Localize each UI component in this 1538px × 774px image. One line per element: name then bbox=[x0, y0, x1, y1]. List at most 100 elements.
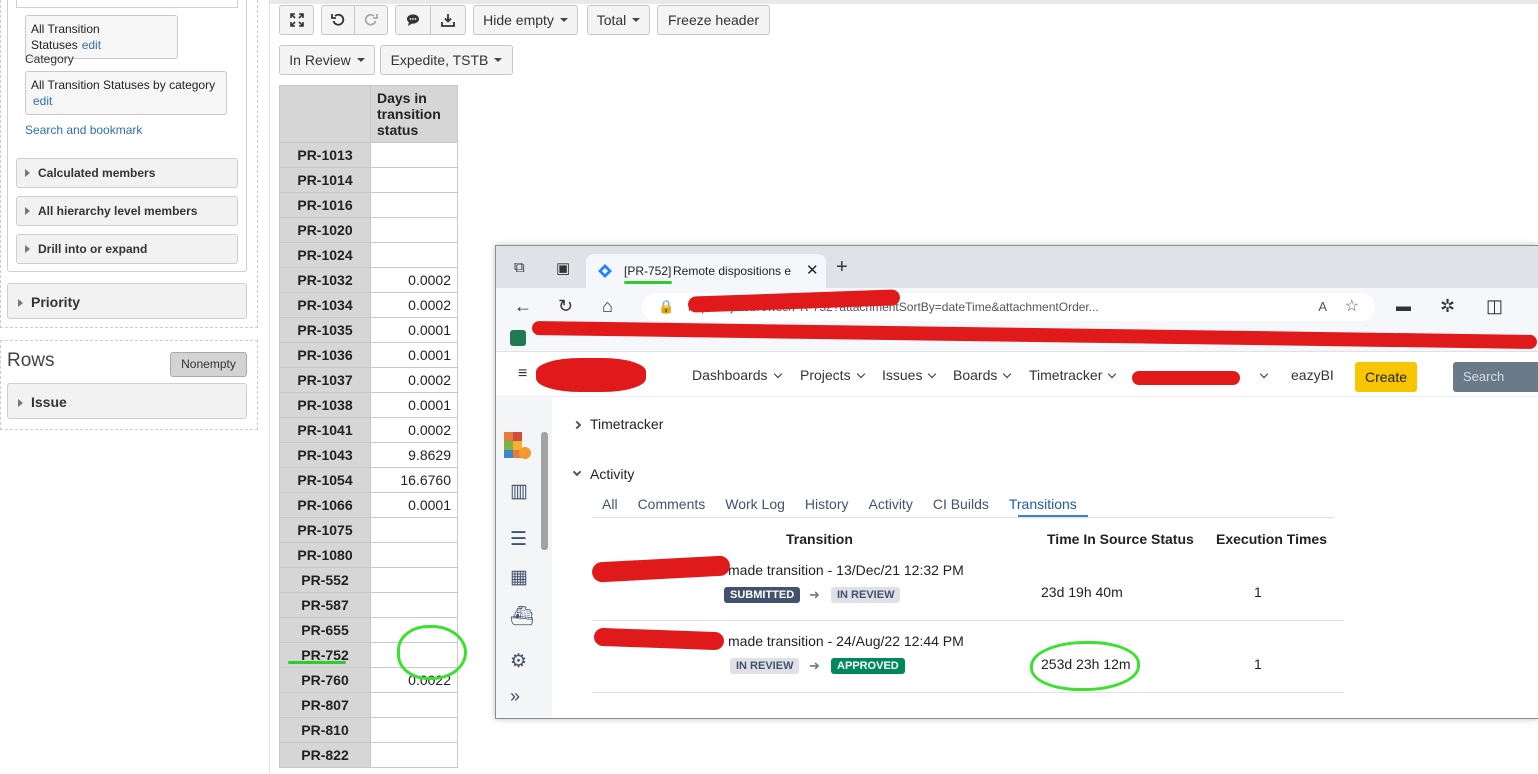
redo-button[interactable] bbox=[354, 5, 388, 35]
days-value-cell bbox=[370, 142, 458, 168]
nav-redacted-menu[interactable] bbox=[1254, 367, 1269, 383]
expand-icon bbox=[289, 13, 304, 27]
days-column-header[interactable]: Days in transition status bbox=[370, 85, 458, 143]
issue-key-cell[interactable]: PR-655 bbox=[279, 617, 371, 643]
nav-dashboards[interactable]: Dashboards bbox=[692, 367, 782, 383]
sharepoint-favicon-icon[interactable] bbox=[510, 330, 526, 346]
issue-key-cell[interactable]: PR-1032 bbox=[279, 267, 371, 293]
expand-sidebar-icon[interactable]: » bbox=[510, 686, 520, 707]
issue-key-cell[interactable]: PR-1034 bbox=[279, 292, 371, 318]
activity-section[interactable]: Activity bbox=[572, 466, 634, 482]
tab-all[interactable]: All bbox=[602, 496, 618, 512]
issue-key-cell[interactable]: PR-1075 bbox=[279, 517, 371, 543]
table-row: PR-807 bbox=[279, 692, 458, 718]
issue-key-cell[interactable]: PR-1035 bbox=[279, 317, 371, 343]
status-filter-dropdown[interactable]: In Review bbox=[279, 45, 375, 75]
issue-key-cell[interactable]: PR-822 bbox=[279, 742, 371, 768]
issue-key-cell[interactable]: PR-1024 bbox=[279, 242, 371, 268]
issue-key-cell[interactable]: PR-1036 bbox=[279, 342, 371, 368]
days-value-cell bbox=[370, 517, 458, 543]
tab-activity[interactable]: Activity bbox=[868, 496, 912, 512]
issue-key-cell[interactable]: PR-1020 bbox=[279, 217, 371, 243]
table-row: PR-1075 bbox=[279, 517, 458, 543]
export-button[interactable] bbox=[430, 5, 466, 35]
issue-key-cell[interactable]: PR-760 bbox=[279, 667, 371, 693]
nonempty-button[interactable]: Nonempty bbox=[170, 352, 247, 377]
settings-gear-icon[interactable]: ⚙ bbox=[510, 650, 527, 673]
read-aloud-icon[interactable]: A bbox=[1318, 293, 1327, 321]
nav-issues-label: Issues bbox=[882, 367, 923, 383]
issue-key-cell[interactable]: PR-552 bbox=[279, 567, 371, 593]
browser-tab-pr752[interactable]: [PR-752] Remote dispositions en ✕ bbox=[586, 254, 826, 288]
stack-icon[interactable]: ☰ bbox=[510, 528, 527, 551]
chevron-down-icon bbox=[1259, 369, 1269, 379]
hide-empty-dropdown[interactable]: Hide empty bbox=[473, 5, 578, 35]
issue-key-cell[interactable]: PR-587 bbox=[279, 592, 371, 618]
columns-dropzone bbox=[0, 0, 258, 328]
menu-hamburger-icon[interactable]: ≡ bbox=[518, 365, 527, 383]
rows-title: Rows bbox=[7, 350, 55, 371]
extensions-puzzle-icon[interactable]: ✲ bbox=[1440, 296, 1455, 317]
eazybi-cube-icon[interactable] bbox=[502, 430, 532, 460]
days-value-cell: 0.0002 bbox=[370, 417, 458, 443]
board-columns-icon[interactable]: ▦ bbox=[510, 566, 528, 589]
backlog-icon[interactable]: ▥ bbox=[510, 480, 528, 503]
close-tab-icon[interactable]: ✕ bbox=[806, 261, 819, 279]
nav-boards[interactable]: Boards bbox=[953, 367, 1012, 383]
comments-button[interactable] bbox=[395, 5, 431, 35]
type-filter-label: Expedite, TSTB bbox=[390, 52, 489, 68]
tab-transitions[interactable]: Transitions bbox=[1009, 496, 1077, 512]
issue-key-cell[interactable]: PR-1013 bbox=[279, 142, 371, 168]
caret-down-icon bbox=[632, 18, 641, 22]
issue-key-cell[interactable]: PR-1038 bbox=[279, 392, 371, 418]
extension-badge-icon[interactable]: ▬ bbox=[1396, 298, 1411, 315]
nav-timetracker[interactable]: Timetracker bbox=[1029, 367, 1117, 383]
fullscreen-button[interactable] bbox=[279, 5, 314, 35]
new-tab-icon[interactable]: + bbox=[836, 256, 848, 279]
issue-key-cell[interactable]: PR-1080 bbox=[279, 542, 371, 568]
nav-projects-label: Projects bbox=[800, 367, 851, 383]
days-value-cell bbox=[370, 242, 458, 268]
table-row: PR-822 bbox=[279, 742, 458, 768]
tab-comments[interactable]: Comments bbox=[638, 496, 706, 512]
favorite-star-icon[interactable]: ☆ bbox=[1345, 293, 1359, 321]
nav-boards-label: Boards bbox=[953, 367, 998, 383]
back-arrow-icon[interactable]: ← bbox=[514, 296, 532, 317]
total-label: Total bbox=[596, 12, 627, 28]
sidebar-scrollbar[interactable] bbox=[541, 432, 548, 550]
undo-button[interactable] bbox=[321, 5, 355, 35]
issue-key-cell[interactable]: PR-1037 bbox=[279, 367, 371, 393]
ship-icon[interactable]: ⛴ bbox=[510, 604, 534, 628]
issue-key-cell[interactable]: PR-1043 bbox=[279, 442, 371, 468]
caret-down-icon bbox=[494, 58, 503, 62]
freeze-header-button[interactable]: Freeze header bbox=[657, 5, 770, 35]
create-button[interactable]: Create bbox=[1355, 362, 1417, 392]
nav-eazybi[interactable]: eazyBI bbox=[1291, 367, 1334, 383]
tab-actions-icon[interactable]: ▣ bbox=[556, 259, 570, 277]
chevron-down-icon bbox=[773, 369, 782, 379]
panel-divider bbox=[269, 0, 270, 774]
issue-key-cell[interactable]: PR-1014 bbox=[279, 167, 371, 193]
tab-ci-builds[interactable]: CI Builds bbox=[933, 496, 989, 512]
jira-search-input[interactable]: Search bbox=[1453, 362, 1538, 392]
issue-key-cell[interactable]: PR-1066 bbox=[279, 492, 371, 518]
timetracker-section[interactable]: Timetracker bbox=[572, 416, 663, 432]
total-dropdown[interactable]: Total bbox=[587, 5, 650, 35]
home-icon[interactable]: ⌂ bbox=[602, 296, 613, 317]
tab-title: Remote dispositions en bbox=[673, 264, 791, 278]
nav-issues[interactable]: Issues bbox=[882, 367, 937, 383]
issue-key-cell[interactable]: PR-1041 bbox=[279, 417, 371, 443]
tab-history[interactable]: History bbox=[805, 496, 849, 512]
split-screen-icon[interactable]: ◫ bbox=[1486, 296, 1503, 317]
tab-work-log[interactable]: Work Log bbox=[725, 496, 785, 512]
issue-key-cell[interactable]: PR-807 bbox=[279, 692, 371, 718]
type-filter-dropdown[interactable]: Expedite, TSTB bbox=[380, 45, 513, 75]
nav-projects[interactable]: Projects bbox=[800, 367, 865, 383]
workspaces-icon[interactable]: ⧉ bbox=[514, 259, 525, 276]
issue-key-cell[interactable]: PR-1016 bbox=[279, 192, 371, 218]
reload-icon[interactable]: ↻ bbox=[558, 296, 573, 317]
row-divider bbox=[592, 620, 1344, 621]
issue-dimension[interactable]: Issue bbox=[7, 383, 247, 419]
issue-key-cell[interactable]: PR-810 bbox=[279, 717, 371, 743]
issue-key-cell[interactable]: PR-1054 bbox=[279, 467, 371, 493]
